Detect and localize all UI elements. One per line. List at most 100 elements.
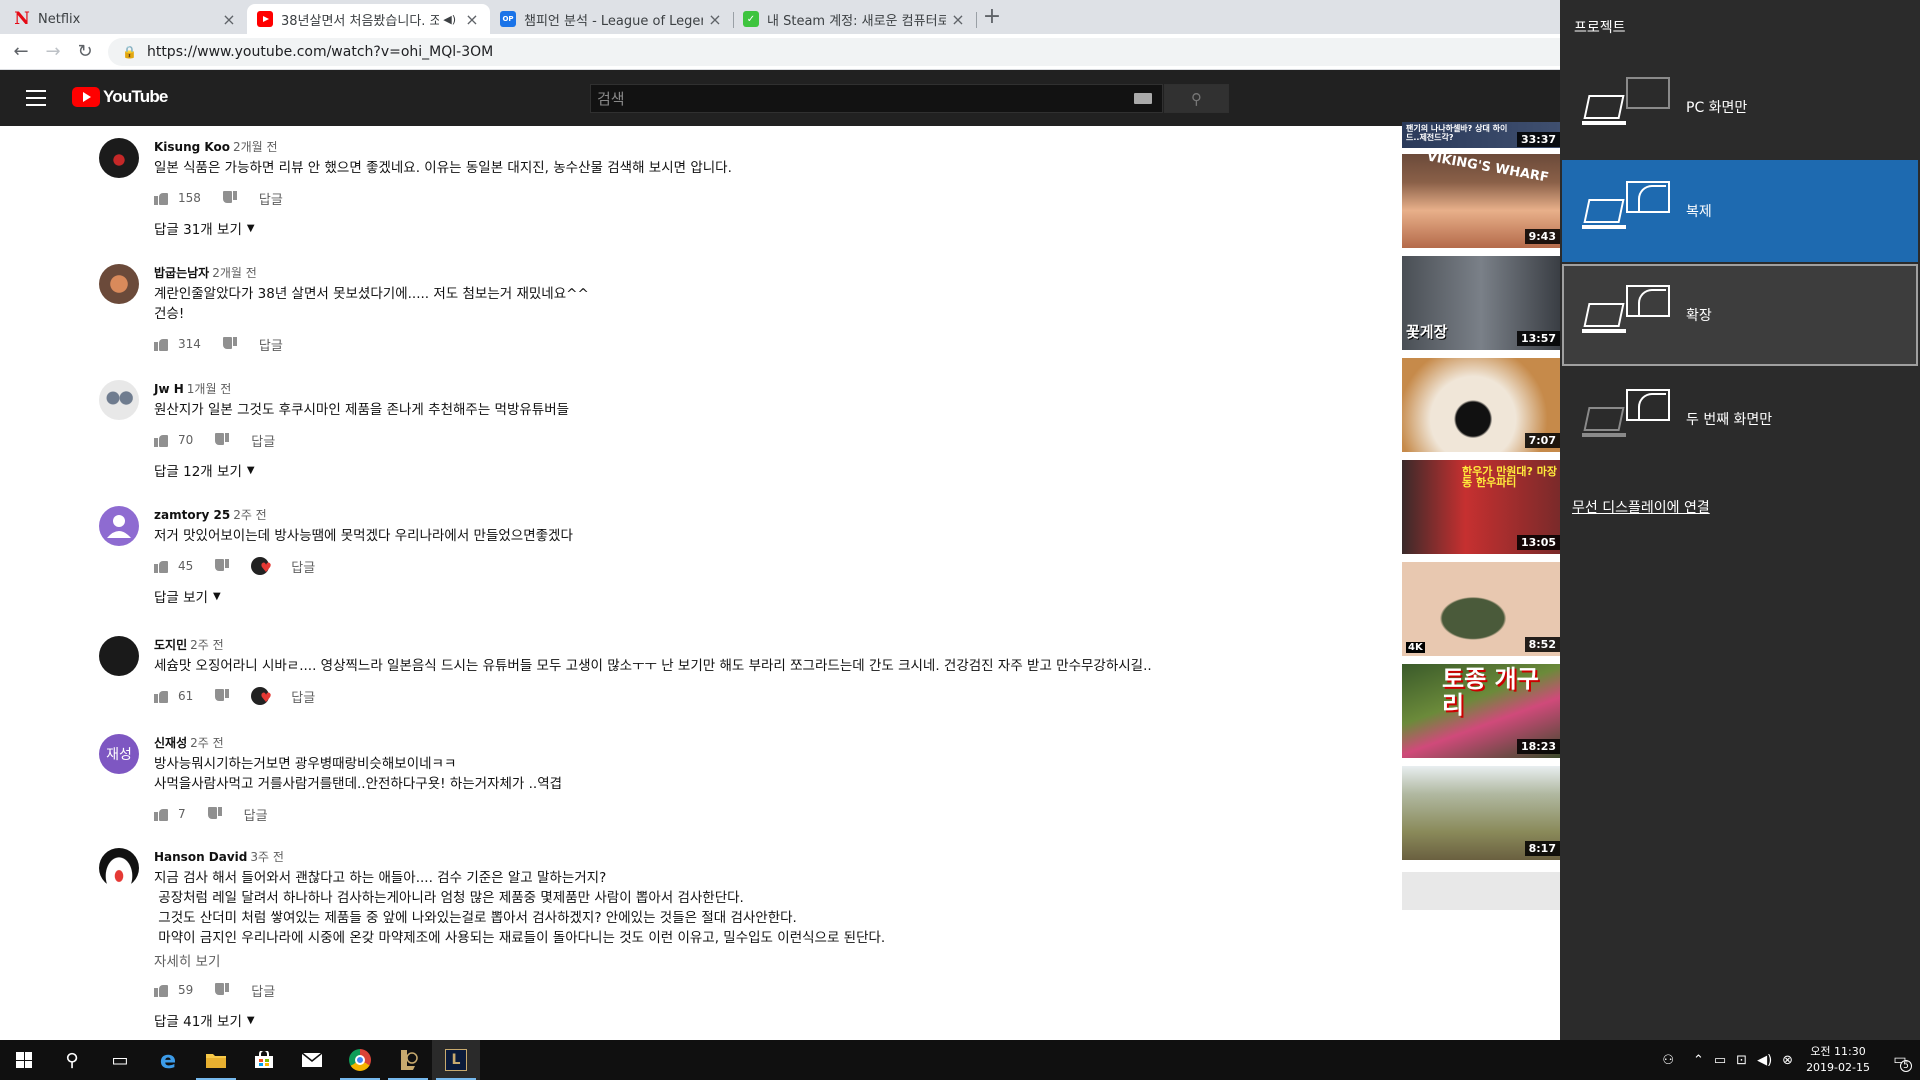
comment-time[interactable]: 2주 전 bbox=[233, 508, 267, 522]
close-tab-icon[interactable]: × bbox=[950, 10, 966, 29]
mail-icon[interactable] bbox=[288, 1040, 336, 1080]
connect-wireless-display-link[interactable]: 무선 디스플레이에 연결 bbox=[1572, 497, 1710, 517]
option-pc-screen-only[interactable]: PC 화면만 bbox=[1562, 56, 1918, 158]
dislike-icon[interactable] bbox=[207, 807, 222, 821]
dislike-icon[interactable] bbox=[222, 191, 237, 205]
view-replies-button[interactable]: 답글 12개 보기 ▼ bbox=[154, 460, 569, 480]
comment-author[interactable]: zamtory 25 bbox=[154, 508, 230, 522]
like-icon[interactable] bbox=[154, 559, 168, 573]
network-icon[interactable]: ⊡ bbox=[1736, 1053, 1747, 1068]
dislike-icon[interactable] bbox=[215, 689, 230, 703]
avatar[interactable] bbox=[99, 264, 139, 304]
like-icon[interactable] bbox=[154, 191, 168, 205]
view-replies-button[interactable]: 답글 41개 보기 ▼ bbox=[154, 1010, 885, 1030]
video-thumbnail[interactable]: 꽃게장 13:57 bbox=[1402, 256, 1560, 350]
speaker-icon[interactable]: ◀︎) bbox=[443, 13, 456, 26]
lol-icon[interactable] bbox=[384, 1040, 432, 1080]
close-tab-icon[interactable]: × bbox=[464, 10, 480, 29]
youtube-logo[interactable]: YouTube bbox=[72, 87, 168, 107]
reply-button[interactable]: 답글 bbox=[251, 431, 275, 450]
lock-icon[interactable]: 🔒 bbox=[122, 45, 137, 59]
like-icon[interactable] bbox=[154, 983, 168, 997]
like-icon[interactable] bbox=[154, 807, 168, 821]
menu-icon[interactable] bbox=[26, 90, 46, 106]
comment-time[interactable]: 2주 전 bbox=[190, 638, 224, 652]
video-thumbnail[interactable]: 4K 8:52 bbox=[1402, 562, 1560, 656]
comment-author[interactable]: 신재성 bbox=[154, 736, 187, 750]
tab-steam[interactable]: ✓ 내 Steam 계정: 새로운 컴퓨터로 × bbox=[733, 4, 977, 34]
search-icon[interactable]: ⚲ bbox=[48, 1040, 96, 1080]
comment-time[interactable]: 3주 전 bbox=[250, 850, 284, 864]
video-thumbnail[interactable]: VIKING'S WHARF 9:43 bbox=[1402, 154, 1560, 248]
reply-button[interactable]: 답글 bbox=[291, 557, 315, 576]
option-extend[interactable]: 확장 bbox=[1562, 264, 1918, 366]
close-tab-icon[interactable]: × bbox=[221, 10, 237, 29]
reply-button[interactable]: 답글 bbox=[259, 335, 283, 354]
file-explorer-icon[interactable] bbox=[192, 1040, 240, 1080]
video-thumbnail[interactable]: 한우가 만원대? 마장동 한우파티 13:05 bbox=[1402, 460, 1560, 554]
reply-button[interactable]: 답글 bbox=[291, 687, 315, 706]
view-replies-button[interactable]: 답글 31개 보기 ▼ bbox=[154, 218, 732, 238]
like-icon[interactable] bbox=[154, 337, 168, 351]
dislike-icon[interactable] bbox=[215, 983, 230, 997]
dislike-icon[interactable] bbox=[222, 337, 237, 351]
like-icon[interactable] bbox=[154, 433, 168, 447]
comment-time[interactable]: 1개월 전 bbox=[187, 382, 232, 396]
like-icon[interactable] bbox=[154, 689, 168, 703]
chevron-up-icon[interactable]: ⌃ bbox=[1693, 1053, 1704, 1068]
avatar[interactable] bbox=[99, 636, 139, 676]
avatar[interactable] bbox=[99, 380, 139, 420]
comment-author[interactable]: Kisung Koo bbox=[154, 140, 230, 154]
new-tab-button[interactable]: + bbox=[978, 4, 1006, 29]
avatar[interactable] bbox=[99, 506, 139, 546]
back-arrow-icon[interactable]: ← bbox=[9, 40, 33, 64]
clock[interactable]: 오전 11:30 2019-02-15 bbox=[1806, 1044, 1870, 1076]
option-second-screen-only[interactable]: 두 번째 화면만 bbox=[1562, 368, 1918, 470]
read-more-button[interactable]: 자세히 보기 bbox=[154, 950, 885, 970]
avatar[interactable]: 재성 bbox=[99, 734, 139, 774]
battery-icon[interactable]: ▭ bbox=[1714, 1053, 1726, 1068]
tab-netflix[interactable]: N Netflix × bbox=[4, 4, 248, 34]
people-icon[interactable]: ⚇ bbox=[1662, 1053, 1674, 1068]
video-thumbnail[interactable]: 7:07 bbox=[1402, 358, 1560, 452]
tab-lol-champion[interactable]: OP 챔피언 분석 - League of Legends × bbox=[490, 4, 734, 34]
dislike-icon[interactable] bbox=[215, 433, 230, 447]
dislike-icon[interactable] bbox=[215, 559, 230, 573]
reply-button[interactable]: 답글 bbox=[251, 981, 275, 1000]
reply-button[interactable]: 답글 bbox=[244, 805, 268, 824]
video-thumbnail[interactable]: 팬기의 나나하셀바? 상대 하이드..제전드각? 33:37 bbox=[1402, 122, 1560, 148]
search-button[interactable]: ⚲ bbox=[1164, 84, 1229, 113]
volume-icon[interactable]: ◀︎) bbox=[1757, 1053, 1772, 1068]
comment-time[interactable]: 2주 전 bbox=[190, 736, 224, 750]
comment-time[interactable]: 2개월 전 bbox=[233, 140, 278, 154]
comment-author[interactable]: 밥굽는남자 bbox=[154, 266, 209, 280]
chrome-icon[interactable] bbox=[336, 1040, 384, 1080]
store-icon[interactable] bbox=[240, 1040, 288, 1080]
league-client-icon[interactable]: L bbox=[432, 1040, 480, 1080]
comment-text: 계란인줄알았다가 38년 살면서 못보셨다기에..... 저도 첨보는거 재밌네… bbox=[154, 286, 589, 322]
video-thumbnail[interactable]: 8:17 bbox=[1402, 766, 1560, 860]
comment-author[interactable]: Jw H bbox=[154, 382, 184, 396]
view-replies-button[interactable]: 답글 보기 ▼ bbox=[154, 586, 573, 606]
windows-start-icon[interactable] bbox=[0, 1040, 48, 1080]
notification-count: 5 bbox=[1900, 1060, 1912, 1072]
keyboard-icon[interactable] bbox=[1134, 93, 1152, 104]
forward-arrow-icon[interactable]: → bbox=[41, 40, 65, 64]
video-thumbnail[interactable]: 토종 개구리 18:23 bbox=[1402, 664, 1560, 758]
address-bar[interactable]: 🔒 https://www.youtube.com/watch?v=ohi_MQ… bbox=[108, 38, 1560, 66]
tab-youtube[interactable]: 38년살면서 처음봤습니다. 조 ◀︎) × bbox=[247, 4, 490, 34]
avatar[interactable] bbox=[99, 138, 139, 178]
search-input[interactable]: 검색 bbox=[590, 84, 1163, 113]
avatar[interactable] bbox=[99, 848, 139, 888]
comment-author[interactable]: 도지민 bbox=[154, 638, 187, 652]
ime-icon[interactable]: ⊗ bbox=[1782, 1053, 1793, 1068]
notification-center-icon[interactable]: ▭ 5 bbox=[1880, 1040, 1920, 1080]
close-tab-icon[interactable]: × bbox=[707, 10, 723, 29]
edge-icon[interactable]: e bbox=[144, 1040, 192, 1080]
option-duplicate[interactable]: 복제 bbox=[1562, 160, 1918, 262]
comment-time[interactable]: 2개월 전 bbox=[212, 266, 257, 280]
reload-icon[interactable]: ↻ bbox=[73, 40, 97, 64]
comment-author[interactable]: Hanson David bbox=[154, 850, 247, 864]
reply-button[interactable]: 답글 bbox=[259, 189, 283, 208]
task-view-icon[interactable]: ▭ bbox=[96, 1040, 144, 1080]
